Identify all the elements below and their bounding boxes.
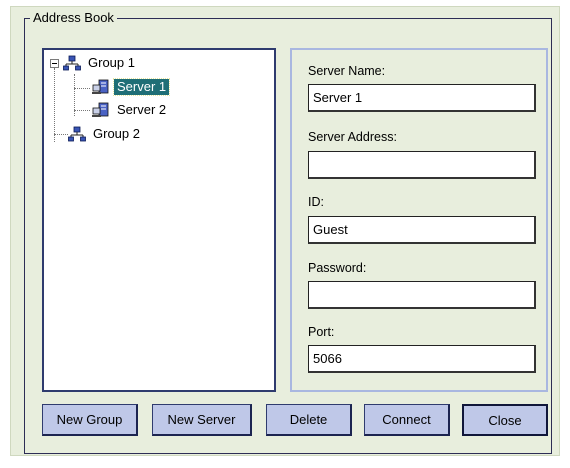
id-input[interactable]: Guest xyxy=(308,216,536,244)
tree-connector-line xyxy=(54,68,55,142)
id-label: ID: xyxy=(308,195,324,209)
server-address-input[interactable] xyxy=(308,151,536,179)
port-input[interactable]: 5066 xyxy=(308,345,536,373)
server-icon xyxy=(92,102,110,118)
network-group-icon xyxy=(63,55,81,71)
server-address-label: Server Address: xyxy=(308,130,397,144)
tree-node-server-2[interactable]: Server 2 xyxy=(92,101,169,119)
server-name-input[interactable]: Server 1 xyxy=(308,84,536,112)
password-label: Password: xyxy=(308,261,367,275)
tree-node-group-1[interactable]: Group 1 xyxy=(50,54,138,72)
tree-node-server-1[interactable]: Server 1 xyxy=(92,78,171,96)
tree-node-label: Group 2 xyxy=(93,126,140,141)
new-group-button[interactable]: New Group xyxy=(42,404,138,436)
new-server-button[interactable]: New Server xyxy=(152,404,252,436)
server-tree[interactable]: Group 1 Server 1 Server 2 Group 2 xyxy=(42,48,276,392)
tree-connector-line xyxy=(54,134,68,135)
tree-node-label: Server 2 xyxy=(117,102,167,117)
server-name-label: Server Name: xyxy=(308,64,386,78)
port-label: Port: xyxy=(308,325,335,339)
delete-button[interactable]: Delete xyxy=(266,404,352,436)
groupbox-title: Address Book xyxy=(30,10,117,26)
connect-button[interactable]: Connect xyxy=(364,404,450,436)
server-details-panel: Server Name: Server 1 Server Address: ID… xyxy=(290,48,548,392)
password-input[interactable] xyxy=(308,281,536,309)
tree-node-label: Server 1 xyxy=(112,78,171,96)
server-icon xyxy=(92,79,110,95)
tree-node-group-2[interactable]: Group 2 xyxy=(68,125,143,143)
tree-connector-line xyxy=(74,110,90,111)
tree-node-label: Group 1 xyxy=(88,55,135,70)
collapse-icon[interactable] xyxy=(50,58,59,68)
network-group-icon xyxy=(68,126,86,142)
tree-connector-line xyxy=(74,88,90,89)
close-button[interactable]: Close xyxy=(462,404,548,436)
